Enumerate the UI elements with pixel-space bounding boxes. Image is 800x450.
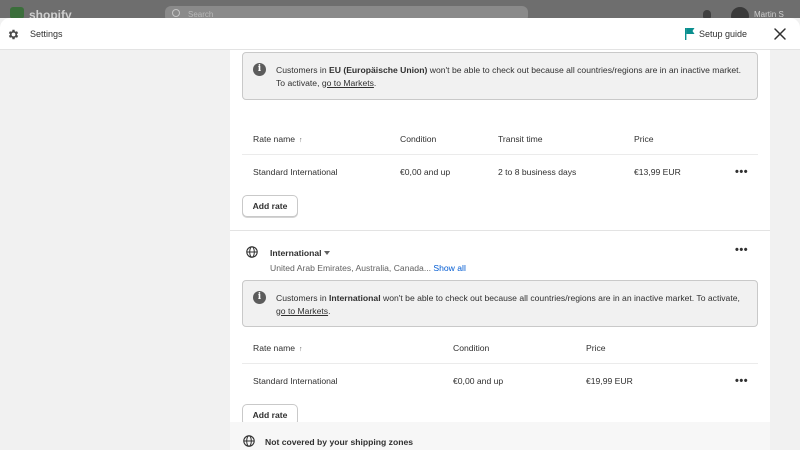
column-transit-time: Transit time (498, 134, 543, 144)
go-to-markets-link[interactable]: go to Markets (276, 306, 328, 316)
table-divider (242, 363, 758, 364)
more-actions-icon[interactable]: ••• (735, 376, 748, 387)
sort-icon: ↑ (299, 137, 303, 144)
search-placeholder: Search (188, 10, 214, 18)
column-rate-name[interactable]: Rate name ↑ (253, 134, 303, 144)
column-price: Price (634, 134, 654, 144)
banner-message: Customers in International won't be able… (276, 292, 754, 317)
user-name: Martin S (754, 10, 784, 18)
avatar (731, 7, 749, 18)
not-covered-section: Not covered by your shipping zones (230, 422, 770, 450)
globe-icon (246, 246, 258, 258)
banner-suffix: won't be able to check out because all c… (427, 65, 741, 75)
shopify-logo-icon (10, 7, 24, 18)
banner-end: . (373, 77, 377, 88)
rate-transit: 2 to 8 business days (498, 167, 577, 177)
zone-name-international[interactable]: International (270, 248, 322, 258)
flag-icon[interactable] (685, 28, 695, 40)
search-icon (172, 9, 180, 17)
gear-icon (8, 29, 19, 40)
setup-guide-button[interactable]: Setup guide (699, 29, 747, 39)
not-covered-label: Not covered by your shipping zones (265, 437, 414, 447)
banner-message: Customers in EU (Europäische Union) won'… (276, 64, 746, 89)
zone-countries: United Arab Emirates, Australia, Canada.… (270, 263, 466, 273)
rate-name: Standard International (253, 167, 338, 177)
banner-activate-prefix: To activate, (276, 77, 322, 88)
info-icon: i (253, 63, 266, 76)
brand-name: shopify (29, 8, 72, 18)
more-actions-icon[interactable]: ••• (735, 167, 748, 178)
column-rate-name[interactable]: Rate name ↑ (253, 343, 303, 353)
column-condition: Condition (453, 343, 490, 353)
globe-icon (243, 435, 255, 447)
column-condition: Condition (400, 134, 437, 144)
inactive-market-banner-eu: i Customers in EU (Europäische Union) wo… (242, 52, 758, 100)
banner-end: . (328, 305, 331, 316)
rate-price: €13,99 EUR (634, 167, 681, 177)
close-icon[interactable] (773, 27, 787, 41)
inactive-market-banner-international: i Customers in International won't be ab… (242, 280, 758, 327)
settings-title: Settings (30, 29, 63, 39)
rate-name: Standard International (253, 376, 338, 386)
column-label: Rate name (253, 134, 296, 144)
settings-content: i Customers in EU (Europäische Union) wo… (0, 50, 800, 450)
settings-modal: Settings Setup guide i Customers in EU (… (0, 18, 800, 450)
rate-condition: €0,00 and up (400, 167, 451, 177)
countries-list: United Arab Emirates, Australia, Canada.… (270, 263, 431, 273)
chevron-down-icon[interactable] (324, 251, 330, 255)
notification-icon (703, 10, 711, 18)
banner-prefix: Customers in (276, 293, 330, 303)
column-label: Rate name (253, 343, 296, 353)
add-rate-button[interactable]: Add rate (242, 195, 298, 217)
show-all-link[interactable]: Show all (433, 263, 465, 273)
admin-topbar: shopify Search Martin S (0, 0, 800, 18)
column-price: Price (586, 343, 606, 353)
go-to-markets-link[interactable]: go to Markets (322, 78, 374, 88)
banner-prefix: Customers in (276, 65, 330, 75)
table-divider (242, 154, 758, 155)
info-icon: i (253, 291, 266, 304)
admin-search-bar (165, 6, 528, 18)
banner-suffix: won't be able to check out because all c… (380, 293, 740, 303)
settings-header: Settings Setup guide (0, 18, 800, 50)
banner-region: EU (Europäische Union) (329, 65, 428, 75)
sort-icon: ↑ (299, 346, 303, 353)
rate-price: €19,99 EUR (586, 376, 633, 386)
banner-region: International (329, 293, 381, 303)
zone-more-actions-icon[interactable]: ••• (735, 245, 748, 256)
zone-divider (230, 230, 770, 231)
rate-condition: €0,00 and up (453, 376, 504, 386)
